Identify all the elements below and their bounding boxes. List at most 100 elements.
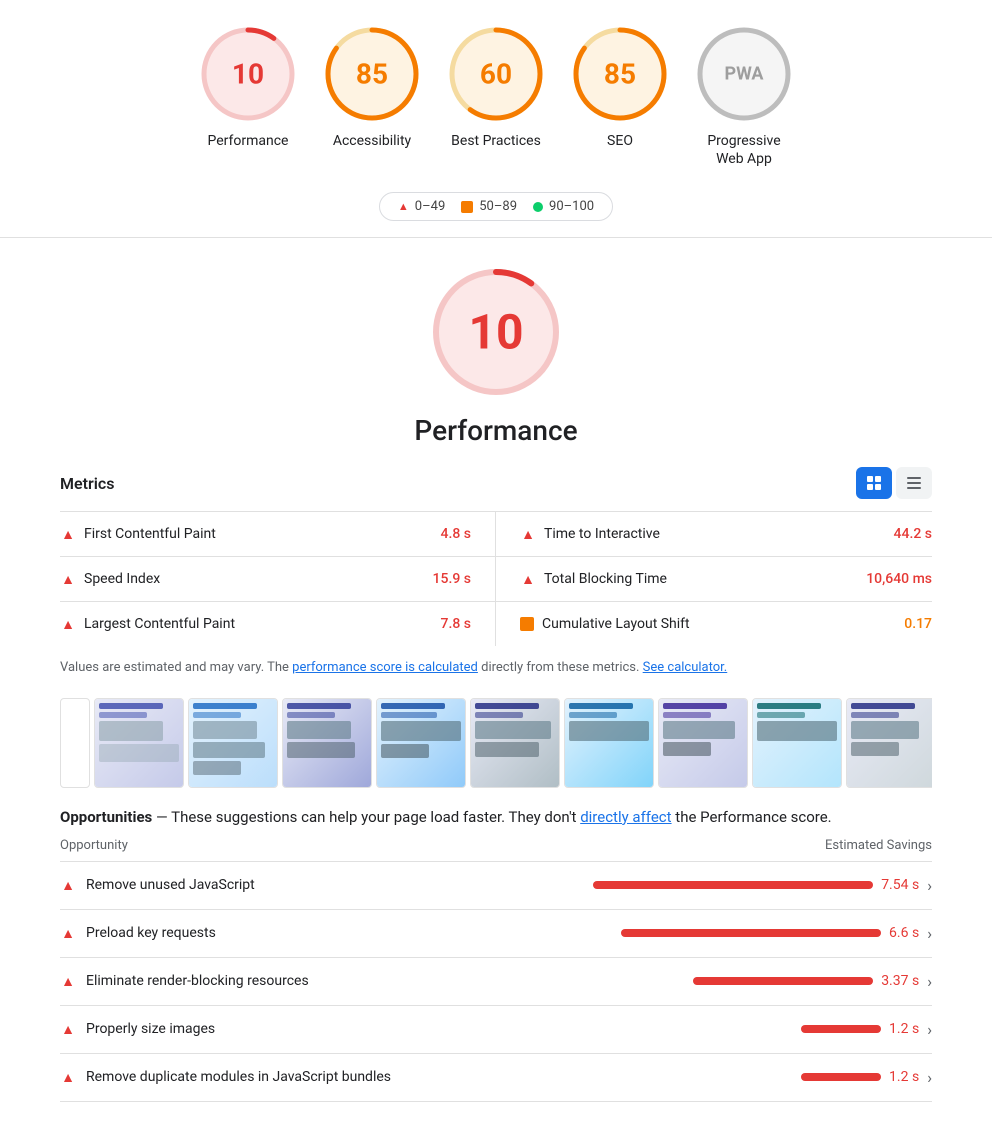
triangle-red-icon-opp2: ▲: [60, 925, 76, 941]
square-orange-icon: [461, 201, 473, 213]
chevron-down-icon-opp2[interactable]: ›: [927, 924, 932, 943]
opportunities-title: Opportunities: [60, 808, 152, 826]
performance-score-value: 10: [232, 58, 264, 91]
metric-tti: ▲ Time to Interactive 44.2 s: [496, 512, 932, 557]
score-item-seo[interactable]: 85 SEO: [570, 24, 670, 150]
triangle-red-icon-opp1: ▲: [60, 877, 76, 893]
opp-duplicate-modules-bar: [801, 1073, 881, 1081]
lcp-label: Largest Contentful Paint: [84, 616, 433, 632]
see-calculator-link[interactable]: See calculator.: [643, 660, 728, 675]
opportunities-header: Opportunities — These suggestions can he…: [60, 808, 932, 826]
opp-render-blocking-bar: [693, 977, 873, 985]
opportunities-desc: — These suggestions can help your page l…: [156, 808, 580, 826]
metrics-title: Metrics: [60, 474, 114, 493]
opp-render-blocking-bar-container: 3.37 s ›: [693, 972, 932, 991]
opp-unused-js-bar: [593, 881, 873, 889]
grid-view-button[interactable]: [856, 467, 892, 499]
seo-score-value: 85: [604, 58, 636, 91]
chevron-down-icon-opp4[interactable]: ›: [927, 1020, 932, 1039]
legend-mid-label: 50–89: [479, 199, 517, 214]
tti-value: 44.2 s: [894, 526, 932, 542]
triangle-red-icon-tbt: ▲: [520, 571, 536, 587]
opp-image-size-bar: [801, 1025, 881, 1033]
triangle-red-icon-opp4: ▲: [60, 1021, 76, 1037]
metric-cls: Cumulative Layout Shift 0.17: [496, 602, 932, 646]
opp-preload-name: Preload key requests: [86, 925, 611, 941]
cls-label: Cumulative Layout Shift: [542, 616, 896, 632]
opp-preload-bar: [621, 929, 881, 937]
filmstrip-frame-8: [752, 698, 842, 788]
pwa-score-value: PWA: [724, 64, 763, 85]
opp-image-size[interactable]: ▲ Properly size images 1.2 s ›: [60, 1006, 932, 1054]
score-circle-best-practices: 60: [446, 24, 546, 124]
seo-label: SEO: [607, 132, 633, 150]
best-practices-score-value: 60: [480, 58, 512, 91]
perf-score-link[interactable]: performance score is calculated: [292, 660, 478, 675]
filmstrip-frame-6: [564, 698, 654, 788]
chevron-down-icon-opp1[interactable]: ›: [927, 876, 932, 895]
opp-render-blocking-value: 3.37 s: [881, 973, 919, 989]
triangle-red-icon-si: ▲: [60, 571, 76, 587]
opp-render-blocking-name: Eliminate render-blocking resources: [86, 973, 683, 989]
filmstrip-frame-7: [658, 698, 748, 788]
si-label: Speed Index: [84, 571, 425, 587]
triangle-red-icon-tti: ▲: [520, 526, 536, 542]
score-item-performance[interactable]: 10 Performance: [198, 24, 298, 150]
opp-unused-js-value: 7.54 s: [881, 877, 919, 893]
chevron-down-icon-opp5[interactable]: ›: [927, 1068, 932, 1087]
filmstrip-frame-4: [376, 698, 466, 788]
directly-affect-link[interactable]: directly affect: [580, 808, 671, 826]
performance-big-score: 10 Performance: [60, 262, 932, 447]
score-item-accessibility[interactable]: 85 Accessibility: [322, 24, 422, 150]
triangle-red-icon-opp5: ▲: [60, 1069, 76, 1085]
filmstrip-frame-9: [846, 698, 932, 788]
opp-duplicate-modules-bar-container: 1.2 s ›: [801, 1068, 932, 1087]
estimated-note: Values are estimated and may vary. The p…: [60, 658, 932, 678]
opp-image-size-value: 1.2 s: [889, 1021, 919, 1037]
opportunities-subheader: Opportunity Estimated Savings: [60, 830, 932, 862]
score-item-pwa[interactable]: PWA ProgressiveWeb App: [694, 24, 794, 168]
metric-fcp: ▲ First Contentful Paint 4.8 s: [60, 512, 496, 557]
performance-detail-title: Performance: [414, 414, 577, 447]
opp-duplicate-modules-value: 1.2 s: [889, 1069, 919, 1085]
chevron-down-icon-opp3[interactable]: ›: [927, 972, 932, 991]
metric-si: ▲ Speed Index 15.9 s: [60, 557, 496, 602]
legend-container: ▲ 0–49 50–89 90–100: [379, 192, 613, 221]
performance-label: Performance: [208, 132, 289, 150]
opp-image-size-bar-container: 1.2 s ›: [801, 1020, 932, 1039]
opp-preload[interactable]: ▲ Preload key requests 6.6 s ›: [60, 910, 932, 958]
metrics-header: Metrics: [60, 467, 932, 499]
opportunities-section: Opportunities — These suggestions can he…: [60, 808, 932, 1102]
filmstrip-frame-3: [282, 698, 372, 788]
legend-low-label: 0–49: [415, 199, 445, 214]
opp-unused-js[interactable]: ▲ Remove unused JavaScript 7.54 s ›: [60, 862, 932, 910]
pwa-label: ProgressiveWeb App: [707, 132, 780, 168]
performance-detail-section: 10 Performance Metrics: [0, 238, 992, 1126]
lcp-value: 7.8 s: [441, 616, 472, 632]
list-view-button[interactable]: [896, 467, 932, 499]
score-item-best-practices[interactable]: 60 Best Practices: [446, 24, 546, 150]
tbt-label: Total Blocking Time: [544, 571, 858, 587]
view-toggle[interactable]: [856, 467, 932, 499]
big-performance-score-value: 10: [468, 304, 523, 361]
cls-value: 0.17: [904, 616, 932, 632]
metric-tbt: ▲ Total Blocking Time 10,640 ms: [496, 557, 932, 602]
fcp-value: 4.8 s: [441, 526, 472, 542]
best-practices-label: Best Practices: [451, 132, 541, 150]
fcp-label: First Contentful Paint: [84, 526, 433, 542]
legend-high-label: 90–100: [549, 199, 594, 214]
filmstrip: [60, 694, 932, 800]
circle-green-icon: [533, 202, 543, 212]
opp-duplicate-modules[interactable]: ▲ Remove duplicate modules in JavaScript…: [60, 1054, 932, 1102]
score-circle-pwa: PWA: [694, 24, 794, 124]
opp-image-size-name: Properly size images: [86, 1021, 791, 1037]
big-performance-circle: 10: [426, 262, 566, 402]
legend-high: 90–100: [533, 199, 594, 214]
tbt-value: 10,640 ms: [866, 571, 932, 587]
opp-unused-js-bar-container: 7.54 s ›: [593, 876, 932, 895]
legend-row: ▲ 0–49 50–89 90–100: [0, 184, 992, 237]
opp-render-blocking[interactable]: ▲ Eliminate render-blocking resources 3.…: [60, 958, 932, 1006]
accessibility-label: Accessibility: [333, 132, 411, 150]
score-circle-accessibility: 85: [322, 24, 422, 124]
tti-label: Time to Interactive: [544, 526, 886, 542]
